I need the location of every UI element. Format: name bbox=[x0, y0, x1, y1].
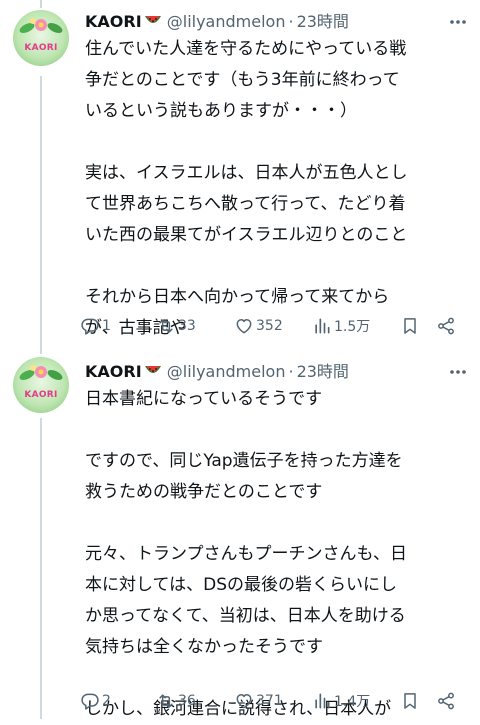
like-count: 371 bbox=[256, 693, 283, 709]
bookmark-button[interactable] bbox=[400, 691, 436, 711]
retweet-button[interactable]: 36 bbox=[156, 691, 234, 711]
user-handle[interactable]: @lilyandmelon bbox=[167, 12, 286, 31]
leaf-decoration-icon bbox=[19, 365, 63, 380]
share-icon bbox=[438, 692, 454, 710]
retweet-button[interactable]: 33 bbox=[156, 316, 234, 336]
text-line-blank bbox=[85, 508, 464, 539]
separator-dot: · bbox=[288, 12, 294, 31]
text-line: それから日本へ向かって帰って来てから bbox=[85, 287, 390, 307]
tweet[interactable]: KAORI KAORI @lilyandmelon · 23時間 住んでいた人達を守… bbox=[0, 0, 480, 345]
text-line-blank bbox=[85, 251, 464, 282]
text-line: いた西の最果てがイスラエル辺りとのこと bbox=[85, 225, 408, 245]
views-button[interactable]: 1.5万 bbox=[312, 316, 400, 336]
user-handle[interactable]: @lilyandmelon bbox=[167, 362, 286, 381]
tweet-header: KAORI @lilyandmelon · 23時間 bbox=[85, 360, 444, 384]
tweet-text: 日本書紀になっているそうです ですので、同じYap遺伝子を持った方達を 救うため… bbox=[85, 384, 464, 725]
like-count: 352 bbox=[256, 318, 283, 334]
views-button[interactable]: 1.4万 bbox=[312, 691, 400, 711]
text-line: か思ってなくて、当初は、日本人を助ける bbox=[85, 606, 406, 626]
action-bar: 1 33 352 1.5万 bbox=[80, 313, 468, 339]
text-line: 日本書紀になっているそうです bbox=[85, 389, 323, 409]
share-button[interactable] bbox=[436, 691, 464, 711]
tweet[interactable]: KAORI KAORI @lilyandmelon · 23時間 日本書紀になってい… bbox=[0, 345, 480, 719]
like-button[interactable]: 352 bbox=[234, 316, 312, 336]
avatar-logo-text: KAORI bbox=[24, 390, 58, 400]
avatar[interactable]: KAORI bbox=[13, 357, 69, 413]
like-icon bbox=[236, 694, 252, 709]
avatar-logo-text: KAORI bbox=[24, 43, 58, 53]
watermelon-emoji bbox=[144, 16, 161, 23]
text-line: 元々、トランプさんもプーチンさんも、日 bbox=[85, 544, 407, 564]
views-icon bbox=[315, 693, 330, 709]
display-name[interactable]: KAORI bbox=[85, 12, 142, 31]
timestamp[interactable]: 23時間 bbox=[297, 12, 349, 31]
views-count: 1.4万 bbox=[334, 694, 371, 710]
views-icon bbox=[315, 318, 330, 334]
retweet-count: 36 bbox=[178, 693, 196, 709]
display-name[interactable]: KAORI bbox=[85, 362, 142, 381]
separator-dot: · bbox=[288, 362, 294, 381]
bookmark-button[interactable] bbox=[400, 316, 436, 336]
watermelon-emoji bbox=[144, 366, 161, 373]
reply-icon bbox=[81, 318, 99, 335]
action-bar: 2 36 371 1.4万 bbox=[80, 688, 468, 714]
share-icon bbox=[438, 317, 454, 335]
reply-button[interactable]: 2 bbox=[80, 691, 156, 711]
bookmark-icon bbox=[404, 318, 416, 334]
tweet-header: KAORI @lilyandmelon · 23時間 bbox=[85, 10, 444, 34]
retweet-count: 33 bbox=[178, 318, 196, 334]
share-button[interactable] bbox=[436, 316, 464, 336]
avatar[interactable]: KAORI bbox=[13, 10, 69, 66]
text-line: 住んでいた人達を守るためにやっている戦 bbox=[85, 39, 407, 59]
text-line: 本に対しては、DSの最後の砦くらいにし bbox=[85, 575, 398, 595]
reply-button[interactable]: 1 bbox=[80, 316, 156, 336]
retweet-icon bbox=[159, 694, 173, 708]
like-icon bbox=[236, 319, 252, 334]
timestamp[interactable]: 23時間 bbox=[297, 362, 349, 381]
more-icon[interactable] bbox=[448, 12, 468, 32]
reply-count: 1 bbox=[102, 318, 111, 334]
reply-count: 2 bbox=[102, 693, 111, 709]
like-button[interactable]: 371 bbox=[234, 691, 312, 711]
text-line-blank bbox=[85, 415, 464, 446]
text-line: ですので、同じYap遺伝子を持った方達を bbox=[85, 451, 403, 471]
text-line: 気持ちは全くなかったそうです bbox=[85, 637, 323, 657]
tweet-text: 住んでいた人達を守るためにやっている戦 争だとのことです（もう3年前に終わって … bbox=[85, 34, 464, 344]
text-line: て世界あちこちへ散って行って、たどり着 bbox=[85, 194, 406, 214]
bookmark-icon bbox=[404, 693, 416, 709]
text-line: 救うための戦争だとのことです bbox=[85, 482, 323, 502]
text-line: 実は、イスラエルは、日本人が五色人とし bbox=[85, 163, 408, 183]
more-icon[interactable] bbox=[448, 362, 468, 382]
text-line: 争だとのことです（もう3年前に終わって bbox=[85, 70, 400, 90]
retweet-icon bbox=[159, 319, 173, 333]
leaf-decoration-icon bbox=[19, 18, 63, 33]
reply-icon bbox=[81, 693, 99, 710]
text-line: いるという説もありますが・・・） bbox=[85, 101, 357, 121]
text-line-blank bbox=[85, 127, 464, 158]
views-count: 1.5万 bbox=[334, 319, 371, 335]
